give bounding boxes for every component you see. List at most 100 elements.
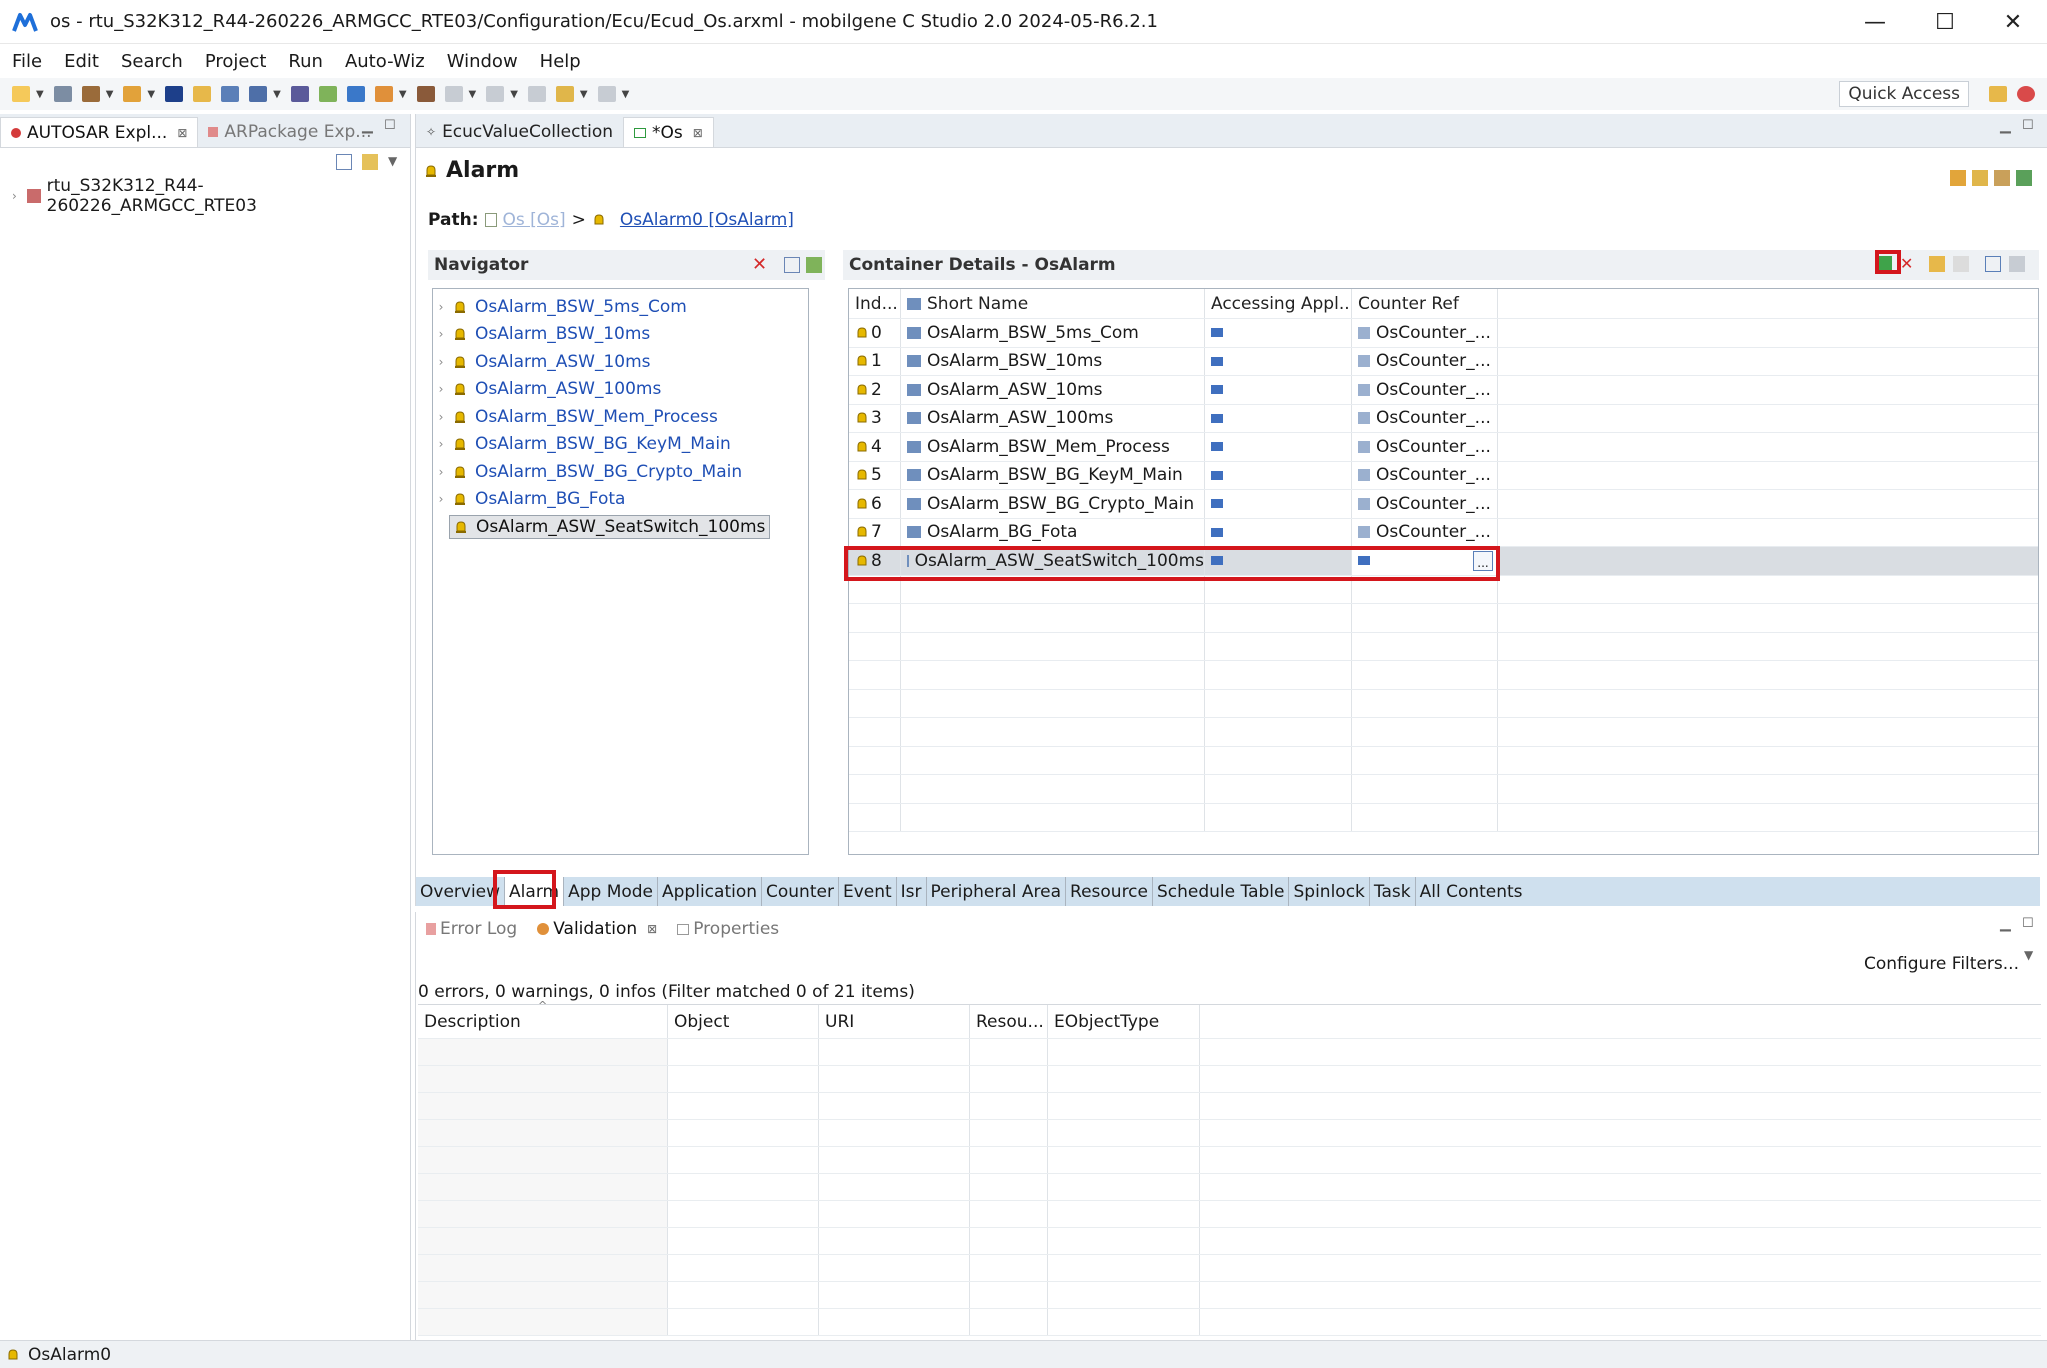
- cell-counter-ref[interactable]: OsCounter_...: [1352, 404, 1498, 432]
- chevron-right-icon[interactable]: ›: [433, 300, 449, 314]
- page-tab-overview[interactable]: Overview: [416, 877, 506, 906]
- chevron-down-icon[interactable]: ▼: [510, 89, 518, 100]
- navigator-item[interactable]: › OsAlarm_BSW_BG_KeyM_Main: [433, 431, 808, 459]
- cell-accessing-application[interactable]: [1205, 376, 1352, 404]
- cell-accessing-application[interactable]: [1205, 433, 1352, 461]
- maximize-button[interactable]: ☐: [1910, 0, 1980, 44]
- chevron-right-icon[interactable]: ›: [433, 437, 449, 451]
- tab-error-log[interactable]: Error Log: [416, 914, 527, 944]
- menu-auto-wiz[interactable]: Auto-Wiz: [345, 51, 425, 72]
- link-editor-icon[interactable]: [362, 154, 378, 170]
- cell-short-name[interactable]: OsAlarm_BSW_Mem_Process: [901, 433, 1205, 461]
- page-tab-event[interactable]: Event: [839, 877, 897, 906]
- tab-ecuc-value-collection[interactable]: ✧ EcucValueCollection: [416, 117, 623, 147]
- column-resource[interactable]: Resou...: [970, 1005, 1048, 1038]
- chevron-down-icon[interactable]: ▼: [36, 89, 44, 100]
- table-row[interactable]: 4 OsAlarm_BSW_Mem_Process OsCounter_...: [849, 433, 2038, 462]
- view-menu-icon[interactable]: ▼: [388, 154, 397, 170]
- navigator-item[interactable]: › OsAlarm_BG_Fota: [433, 486, 808, 514]
- table-row[interactable]: 3 OsAlarm_ASW_100ms OsCounter_...: [849, 404, 2038, 433]
- maximize-editor-icon[interactable]: ☐: [2022, 118, 2034, 133]
- forward-icon[interactable]: [597, 86, 616, 102]
- star-icon[interactable]: [193, 86, 212, 102]
- page-tab-counter[interactable]: Counter: [762, 877, 839, 906]
- cell-accessing-application[interactable]: [1205, 490, 1352, 518]
- cell-short-name[interactable]: OsAlarm_BSW_BG_Crypto_Main: [901, 490, 1205, 518]
- column-index[interactable]: Ind...: [849, 289, 901, 318]
- remove-icon[interactable]: ✕: [1900, 254, 1913, 273]
- navigator-item[interactable]: › OsAlarm_BSW_10ms: [433, 321, 808, 349]
- chevron-right-icon[interactable]: ›: [433, 382, 449, 396]
- minimize-view-icon[interactable]: ▁: [2000, 916, 2011, 932]
- chevron-right-icon[interactable]: ›: [433, 492, 449, 506]
- minimize-editor-icon[interactable]: ▁: [2000, 118, 2011, 134]
- cell-short-name[interactable]: OsAlarm_BSW_BG_KeyM_Main: [901, 461, 1205, 489]
- swap-icon[interactable]: [1972, 170, 1988, 186]
- cell-accessing-application[interactable]: [1205, 518, 1352, 546]
- chevron-right-icon[interactable]: ›: [433, 410, 449, 424]
- table-row[interactable]: 6 OsAlarm_BSW_BG_Crypto_Main OsCounter_...: [849, 490, 2038, 519]
- home-icon[interactable]: [1994, 170, 2010, 186]
- annotation-icon[interactable]: [486, 86, 505, 102]
- move-down-icon[interactable]: [1953, 255, 1970, 272]
- view-menu-icon[interactable]: ▼: [2024, 948, 2033, 962]
- maximize-view-icon[interactable]: ☐: [384, 118, 396, 133]
- tree-root-item[interactable]: › rtu_S32K312_R44-260226_ARMGCC_RTE03: [12, 176, 410, 216]
- book-icon[interactable]: [290, 86, 309, 102]
- page-tab-task[interactable]: Task: [1370, 877, 1416, 906]
- cell-counter-ref[interactable]: OsCounter_...: [1352, 461, 1498, 489]
- cell-short-name[interactable]: OsAlarm_BG_Fota: [901, 518, 1205, 546]
- close-icon[interactable]: ⊠: [693, 126, 703, 140]
- save-icon[interactable]: [53, 86, 72, 102]
- page-tab-isr[interactable]: Isr: [897, 877, 927, 906]
- page-tab-application[interactable]: Application: [658, 877, 763, 906]
- move-up-icon[interactable]: [1929, 255, 1946, 272]
- chevron-down-icon[interactable]: ▼: [106, 89, 114, 100]
- generate-icon[interactable]: [123, 86, 142, 102]
- chevron-down-icon[interactable]: ▼: [580, 89, 588, 100]
- menu-help[interactable]: Help: [540, 51, 581, 72]
- column-accessing-application[interactable]: Accessing Appl...: [1205, 289, 1352, 318]
- cell-short-name[interactable]: OsAlarm_ASW_10ms: [901, 376, 1205, 404]
- cell-counter-ref[interactable]: OsCounter_...: [1352, 347, 1498, 375]
- debug-icon[interactable]: [374, 86, 393, 102]
- navigator-item[interactable]: › OsAlarm_BSW_BG_Crypto_Main: [433, 458, 808, 486]
- link-icon[interactable]: [416, 86, 435, 102]
- chevron-right-icon[interactable]: ›: [433, 327, 449, 341]
- tab-arpackage-explorer[interactable]: ARPackage Exp...: [198, 117, 381, 147]
- edit-columns-icon[interactable]: [1985, 255, 2002, 272]
- tab-validation[interactable]: Validation ⊠: [527, 914, 667, 944]
- menu-edit[interactable]: Edit: [64, 51, 99, 72]
- page-tab-app-mode[interactable]: App Mode: [564, 877, 659, 906]
- terminal-icon[interactable]: [165, 86, 184, 102]
- tab-os[interactable]: *Os ⊠: [623, 117, 714, 147]
- minimize-view-icon[interactable]: ▁: [362, 118, 373, 134]
- table-row[interactable]: 5 OsAlarm_BSW_BG_KeyM_Main OsCounter_...: [849, 461, 2038, 490]
- sort-icon[interactable]: [2009, 255, 2026, 272]
- quick-access-input[interactable]: Quick Access: [1839, 81, 1969, 107]
- chevron-down-icon[interactable]: ▼: [273, 89, 281, 100]
- back-icon[interactable]: [555, 86, 574, 102]
- cell-short-name[interactable]: OsAlarm_ASW_100ms: [901, 404, 1205, 432]
- table-row[interactable]: 2 OsAlarm_ASW_10ms OsCounter_...: [849, 376, 2038, 405]
- cell-counter-ref[interactable]: OsCounter_...: [1352, 490, 1498, 518]
- tab-properties[interactable]: Properties: [667, 914, 789, 944]
- chevron-down-icon[interactable]: ▼: [399, 89, 407, 100]
- column-object[interactable]: Object: [668, 1005, 819, 1038]
- module-icon[interactable]: [318, 86, 337, 102]
- cell-counter-ref[interactable]: OsCounter_...: [1352, 433, 1498, 461]
- close-icon[interactable]: ⊠: [177, 126, 187, 140]
- chevron-right-icon[interactable]: ›: [433, 355, 449, 369]
- chevron-right-icon[interactable]: ›: [12, 189, 17, 203]
- close-icon[interactable]: ⊠: [647, 922, 657, 936]
- cell-counter-ref[interactable]: OsCounter_...: [1352, 376, 1498, 404]
- search-icon[interactable]: [444, 86, 463, 102]
- page-tab-resource[interactable]: Resource: [1066, 877, 1153, 906]
- collapse-all-icon[interactable]: [784, 257, 800, 273]
- collapse-all-icon[interactable]: [336, 154, 352, 170]
- cell-counter-ref[interactable]: OsCounter_...: [1352, 518, 1498, 546]
- navigator-item[interactable]: OsAlarm_ASW_SeatSwitch_100ms: [433, 513, 808, 541]
- column-short-name[interactable]: Short Name: [901, 289, 1205, 318]
- chevron-right-icon[interactable]: ›: [433, 465, 449, 479]
- cell-accessing-application[interactable]: [1205, 319, 1352, 347]
